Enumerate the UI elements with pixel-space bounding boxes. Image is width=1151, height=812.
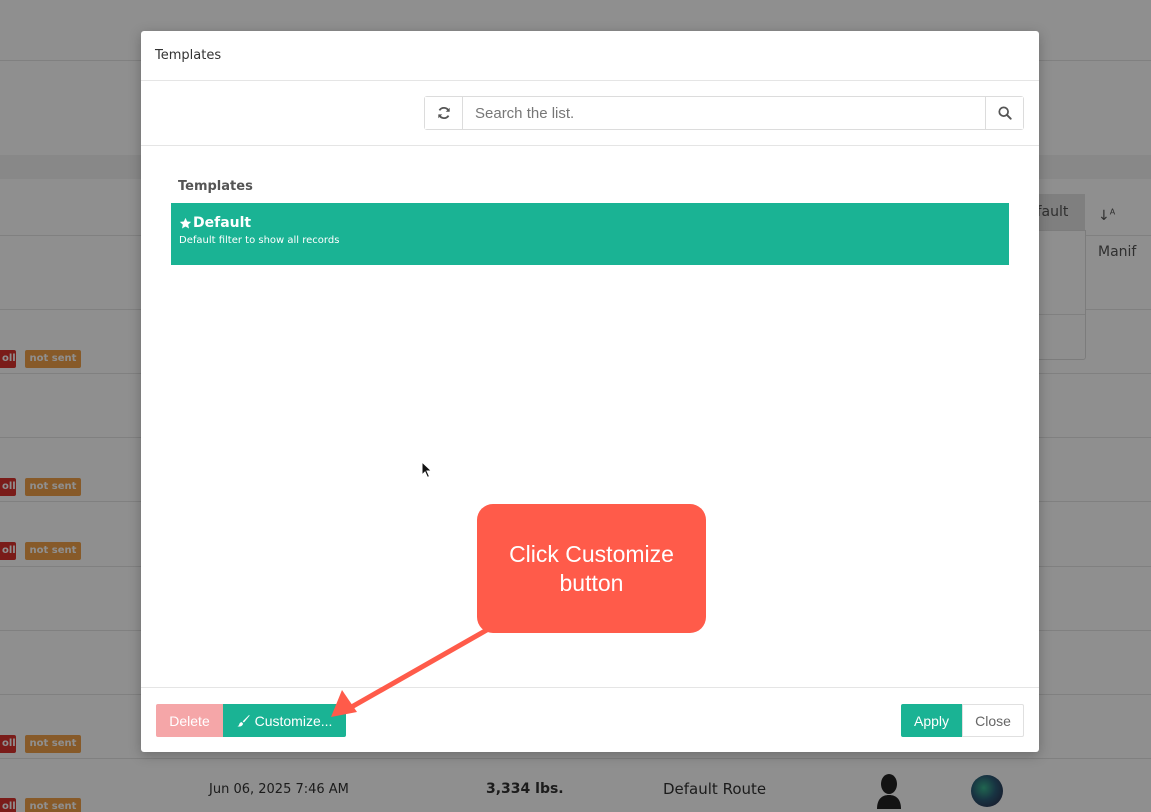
mouse-cursor-icon [421, 461, 433, 479]
search-group [424, 96, 1024, 130]
list-heading: Templates [178, 179, 253, 194]
customize-label: Customize... [254, 712, 333, 729]
customize-button[interactable]: Customize... [223, 704, 346, 737]
list-item-default[interactable]: Default Default filter to show all recor… [171, 203, 1009, 265]
close-button[interactable]: Close [962, 704, 1024, 737]
paintbrush-icon [237, 714, 250, 727]
modal-title: Templates [155, 48, 222, 63]
annotation-callout: Click Customize button [477, 504, 706, 633]
search-row [141, 81, 1039, 146]
refresh-button[interactable] [425, 97, 463, 129]
apply-button[interactable]: Apply [901, 704, 962, 737]
callout-text: Click Customize button [509, 540, 674, 596]
star-icon [179, 217, 192, 229]
item-title: Default [193, 215, 252, 231]
search-input[interactable] [463, 97, 985, 129]
templates-modal: Templates Templates [141, 31, 1039, 752]
modal-footer: Delete Customize... Apply Close [141, 687, 1039, 752]
item-description: Default filter to show all records [179, 235, 340, 246]
template-list: Templates Default Default filter to show… [171, 179, 1009, 265]
search-icon [997, 106, 1012, 120]
modal-header: Templates [141, 31, 1039, 81]
delete-button[interactable]: Delete [156, 704, 223, 737]
refresh-icon [437, 107, 450, 119]
search-button[interactable] [985, 97, 1023, 129]
item-title-row: Default [179, 215, 1001, 231]
